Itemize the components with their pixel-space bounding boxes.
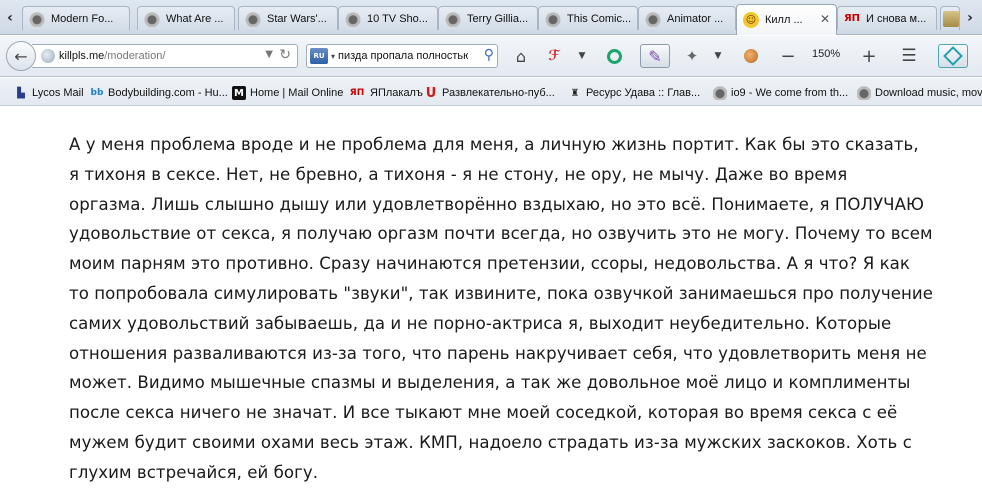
- tab-label: Star Wars'...: [267, 12, 327, 25]
- dog-icon: [245, 10, 261, 27]
- chevron-down-icon[interactable]: ▼: [265, 49, 273, 60]
- tab[interactable]: Modern Fo...: [22, 6, 130, 30]
- tab-label: 10 TV Sho...: [367, 12, 428, 25]
- tab-label: What Are ...: [166, 12, 224, 25]
- bookmark-item[interactable]: ▙ Lycos Mail: [14, 84, 84, 102]
- chevron-down-icon[interactable]: ▼: [712, 44, 724, 68]
- sync-icon[interactable]: [603, 44, 625, 68]
- bookmark-label: ЯПлакалъ: [370, 87, 423, 99]
- search-input[interactable]: пизда пропала полностью: [338, 50, 468, 62]
- bookmark-item[interactable]: Download music, movi: [857, 84, 982, 102]
- url-host: killpls.me: [59, 50, 105, 62]
- bookmarks-toolbar: ▙ Lycos Mail bb Bodybuilding.com - Hu...…: [0, 78, 982, 106]
- puzzle-icon[interactable]: ✦: [680, 44, 704, 68]
- bodybuilding-icon: bb: [90, 88, 104, 98]
- chevron-down-icon[interactable]: ▾: [331, 52, 335, 61]
- bookmark-label: Ресурс Удава :: Глав...: [586, 87, 701, 99]
- bookmark-item[interactable]: bb Bodybuilding.com - Hu...: [90, 84, 228, 102]
- close-icon[interactable]: ✕: [820, 12, 830, 26]
- tab-label: Animator ...: [667, 12, 724, 25]
- url-bar[interactable]: killpls.me/moderation/ ▼ ↻: [32, 44, 298, 68]
- tab[interactable]: What Are ...: [137, 6, 235, 30]
- tab[interactable]: 10 TV Sho...: [338, 6, 438, 30]
- page-content: А у меня проблема вроде и не проблема дл…: [0, 106, 982, 491]
- zoom-out-button[interactable]: −: [777, 44, 799, 68]
- tab-strip: ‹ Modern Fo... What Are ... Star Wars'..…: [0, 0, 982, 35]
- bookmark-label: Home | Mail Online: [250, 87, 344, 99]
- tab-label: И снова м...: [866, 12, 927, 25]
- bookmark-item[interactable]: ЯП ЯПлакалъ: [348, 84, 423, 102]
- dog-icon: [29, 10, 45, 27]
- tab[interactable]: This Comic...: [538, 6, 638, 30]
- green-ring-icon: [606, 48, 622, 64]
- pen-icon[interactable]: ✎: [640, 44, 670, 68]
- tab[interactable]: [940, 6, 960, 30]
- chevron-down-icon[interactable]: ▼: [576, 44, 588, 68]
- tab[interactable]: ЯП И снова м...: [837, 6, 937, 30]
- bookmark-label: Развлекательно-пуб...: [442, 87, 555, 99]
- orange-ball-icon: [744, 49, 758, 63]
- home-icon[interactable]: ⌂: [510, 44, 532, 68]
- bookmark-item[interactable]: U Развлекательно-пуб...: [424, 84, 555, 102]
- dog-icon: [545, 10, 561, 27]
- tab-label: Килл ...: [765, 14, 803, 26]
- yap-icon: ЯП: [843, 13, 861, 24]
- zoom-level[interactable]: 150%: [812, 48, 840, 60]
- tab-active[interactable]: ☺ Килл ... ✕: [736, 4, 837, 35]
- u-icon: U: [425, 85, 437, 101]
- url-path: /moderation/: [104, 50, 166, 62]
- lycos-icon: ▙: [17, 87, 25, 99]
- udav-icon: ♜: [570, 87, 580, 99]
- extension-icon[interactable]: [938, 44, 968, 68]
- tab-label: Terry Gillia...: [467, 12, 529, 25]
- tab-scroll-right-button[interactable]: ›: [960, 6, 980, 30]
- bookmark-label: Download music, movi: [875, 87, 982, 99]
- dog-icon: [645, 10, 661, 27]
- globe-icon: [41, 49, 55, 63]
- scroll-icon: [943, 10, 959, 27]
- bookmark-label: io9 - We come from th...: [731, 87, 849, 99]
- menu-icon[interactable]: ☰: [896, 44, 922, 68]
- bookmark-item[interactable]: M Home | Mail Online: [232, 84, 343, 102]
- story-text: А у меня проблема вроде и не проблема дл…: [69, 135, 933, 482]
- dog-icon: [144, 10, 160, 27]
- tab-label: This Comic...: [567, 12, 632, 25]
- bookmark-label: Bodybuilding.com - Hu...: [108, 87, 228, 99]
- bookmark-item[interactable]: io9 - We come from th...: [713, 84, 848, 102]
- dog-icon: [857, 86, 871, 100]
- dog-icon: [713, 86, 727, 100]
- yap-icon: ЯП: [349, 88, 365, 98]
- smiley-icon: ☺: [743, 12, 759, 28]
- reload-icon[interactable]: ↻: [279, 47, 291, 63]
- tab-scroll-left-button[interactable]: ‹: [0, 6, 20, 30]
- mailonline-icon: M: [232, 86, 246, 100]
- bookmark-item[interactable]: ♜ Ресурс Удава :: Глав...: [568, 84, 701, 102]
- search-engine-icon[interactable]: RU: [310, 48, 328, 64]
- dog-icon: [345, 10, 361, 27]
- navigation-toolbar: killpls.me/moderation/ ▼ ↻ ← RU ▾ пизда …: [0, 36, 982, 77]
- search-icon[interactable]: ⚲: [484, 47, 494, 63]
- cookie-icon[interactable]: [740, 44, 762, 68]
- back-button[interactable]: ←: [6, 41, 36, 71]
- tab[interactable]: Star Wars'...: [238, 6, 338, 30]
- zoom-in-button[interactable]: +: [858, 44, 880, 68]
- tab-label: Modern Fo...: [51, 12, 114, 25]
- dog-icon: [445, 10, 461, 27]
- url-text[interactable]: killpls.me/moderation/: [59, 50, 165, 62]
- search-bar[interactable]: RU ▾ пизда пропала полностью ⚲: [306, 44, 498, 68]
- tab[interactable]: Animator ...: [638, 6, 736, 30]
- bookmark-label: Lycos Mail: [32, 87, 84, 99]
- diamond-icon: [943, 46, 963, 66]
- tab[interactable]: Terry Gillia...: [438, 6, 538, 30]
- addon-icon[interactable]: ℱ: [542, 44, 566, 68]
